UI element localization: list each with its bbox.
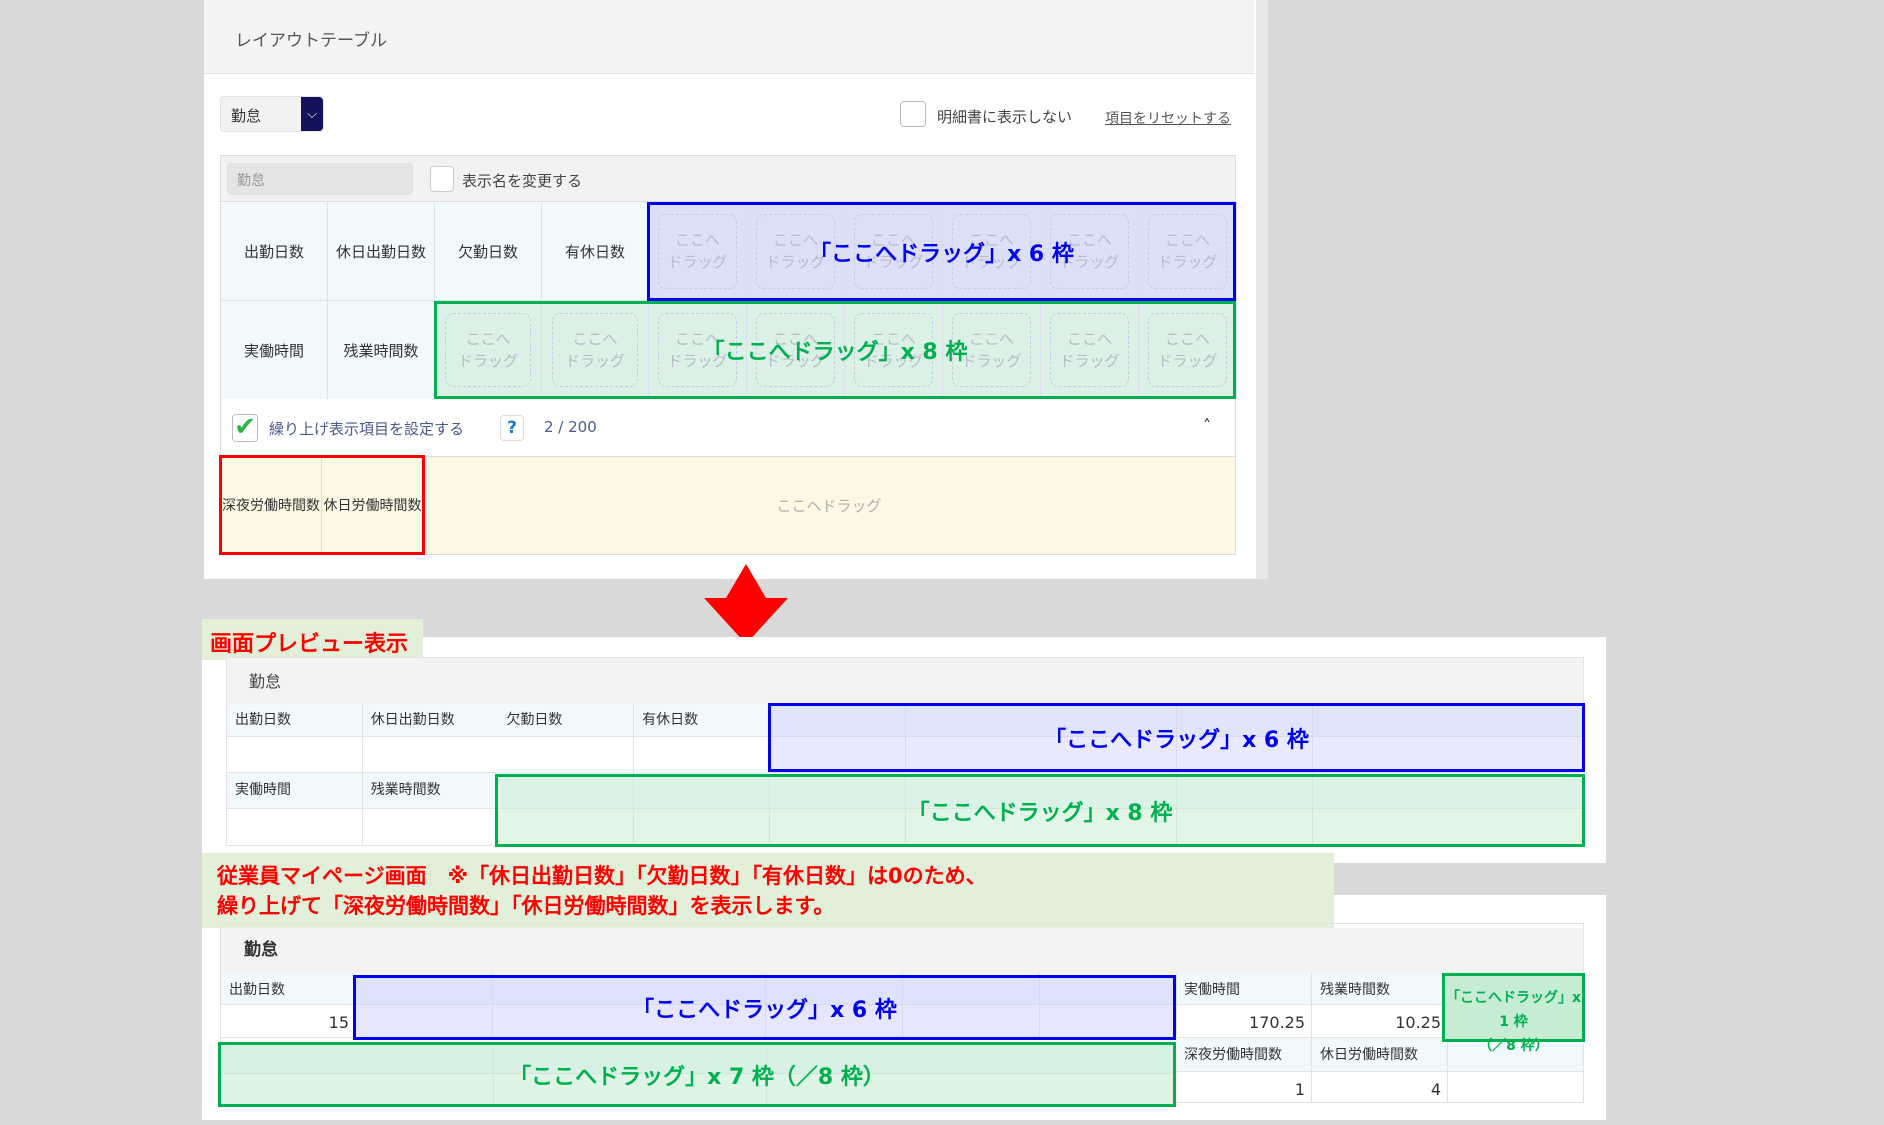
preview-section-title: 勤怠: [249, 672, 282, 691]
row2-annotation-box: [434, 301, 1236, 399]
layout-item[interactable]: 実働時間: [221, 301, 328, 399]
hide-on-payslip-checkbox[interactable]: [900, 101, 926, 127]
night-work-label: 深夜労働時間数: [1176, 1038, 1312, 1072]
preview-row1-box: [768, 703, 1585, 772]
layout-item[interactable]: 休日出勤日数: [328, 202, 435, 301]
category-select[interactable]: 勤怠 ⌵: [220, 96, 324, 132]
mypage-small-green-box: 「ここへドラッグ」x 1 枠 （／8 枠）: [1442, 973, 1585, 1054]
overtime-label: 残業時間数: [1312, 973, 1448, 1005]
preview-header-cell: 出勤日数: [227, 703, 363, 737]
display-name-input[interactable]: 勤怠: [227, 163, 413, 195]
preview-label: 画面プレビュー表示: [202, 619, 423, 660]
preview-header-cell: 残業時間数: [362, 773, 499, 809]
mypage-blue-box: [353, 975, 1176, 1040]
rename-label: 表示名を変更する: [462, 172, 583, 190]
preview-header-cell: 欠勤日数: [498, 703, 635, 737]
note-line-2: 繰り上げて「深夜労働時間数」「休日労働時間数」を表示します。: [217, 894, 835, 918]
note-box: 従業員マイページ画面 ※「休日出勤日数」「欠勤日数」「有休日数」は0のため、 繰…: [202, 853, 1334, 928]
mypage-section-title: 勤怠: [244, 940, 278, 960]
preview-header-cell: 休日出勤日数: [362, 703, 499, 737]
preview-section-header: [227, 658, 1583, 703]
overtime-value: 10.25: [1312, 1005, 1448, 1038]
layout-item[interactable]: 欠勤日数: [435, 202, 542, 301]
down-arrow-icon: [704, 564, 788, 644]
preview-header-cell: 有休日数: [634, 703, 771, 737]
carry-up-checkbox[interactable]: ✔: [232, 414, 258, 442]
carry-up-label: 繰り上げ表示項目を設定する: [269, 420, 465, 438]
help-icon[interactable]: ?: [500, 415, 524, 441]
chevron-down-icon: ⌵: [301, 97, 323, 131]
small-annotation-line-2: （／8 枠）: [1478, 1038, 1549, 1054]
carry-up-highlight-box: [219, 455, 425, 555]
carry-up-count: 2 / 200: [544, 418, 597, 436]
work-hours-value: 170.25: [1176, 1005, 1312, 1038]
preview-value-cell: [227, 737, 363, 773]
hide-on-payslip-label: 明細書に表示しない: [937, 108, 1073, 126]
note-line-1: 従業員マイページ画面 ※「休日出勤日数」「欠勤日数」「有休日数」は0のため、: [217, 864, 987, 888]
night-work-value: 1: [1176, 1072, 1312, 1103]
holiday-work-label: 休日労働時間数: [1312, 1038, 1448, 1072]
attendance-value: 15: [221, 1005, 356, 1038]
rename-checkbox[interactable]: [430, 166, 454, 192]
preview-value-cell: [227, 809, 363, 846]
carry-up-drop-zone[interactable]: ここへドラッグ: [424, 457, 1234, 554]
preview-value-cell: [634, 737, 771, 773]
small-annotation-line-1: 「ここへドラッグ」x 1 枠: [1445, 990, 1582, 1030]
preview-value-cell: [498, 737, 635, 773]
preview-value-cell: [362, 737, 499, 773]
layout-item[interactable]: 有休日数: [542, 202, 649, 301]
category-select-value: 勤怠: [231, 107, 262, 125]
mypage-green-box: [218, 1042, 1176, 1107]
attendance-label: 出勤日数: [221, 973, 356, 1005]
row1-annotation-box: [647, 202, 1236, 301]
layout-item[interactable]: 出勤日数: [221, 202, 328, 301]
preview-row2-box: [495, 774, 1585, 847]
holiday-work-value: 4: [1312, 1072, 1448, 1103]
mypage-section-header: [221, 928, 1583, 973]
layout-item[interactable]: 残業時間数: [328, 301, 435, 399]
preview-header-cell: 実働時間: [227, 773, 363, 809]
collapse-chevron-icon[interactable]: ˄: [1203, 416, 1211, 435]
empty-value: [1448, 1072, 1584, 1103]
work-hours-label: 実働時間: [1176, 973, 1312, 1005]
reset-items-link[interactable]: 項目をリセットする: [1105, 108, 1231, 128]
preview-value-cell: [362, 809, 499, 846]
page-title: レイアウトテーブル: [235, 31, 387, 51]
